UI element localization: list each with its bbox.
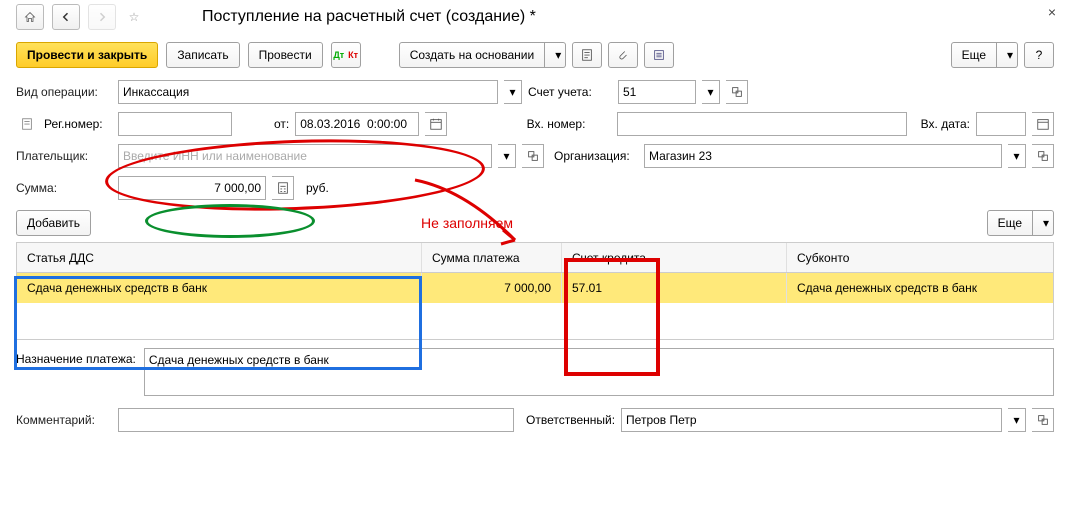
comment-label: Комментарий: <box>16 413 112 427</box>
annotation-no-fill: Не заполняем <box>421 215 513 231</box>
in-date-picker[interactable] <box>1032 112 1054 136</box>
in-no-field[interactable] <box>617 112 907 136</box>
org-dropdown[interactable]: ▾ <box>1008 144 1026 168</box>
top-navbar: ☆ Поступление на расчетный счет (создани… <box>0 0 1070 34</box>
op-type-label: Вид операции: <box>16 85 112 99</box>
amount-calc[interactable] <box>272 176 294 200</box>
more-button[interactable]: Еще ▾ <box>951 42 1018 68</box>
home-button[interactable] <box>16 4 44 30</box>
doc-icon <box>16 117 38 131</box>
print-button[interactable] <box>572 42 602 68</box>
payer-label: Плательщик: <box>16 149 112 163</box>
favorite-icon[interactable]: ☆ <box>124 4 144 30</box>
form-area: Вид операции: ▾ Счет учета: ▾ Рег.номер:… <box>0 76 1070 204</box>
create-based-on-button[interactable]: Создать на основании ▾ <box>399 42 567 68</box>
dds-table: Статья ДДС Сумма платежа Счет кредита Су… <box>16 242 1054 340</box>
table-row[interactable]: Сдача денежных средств в банк 7 000,00 5… <box>17 273 1053 303</box>
org-label: Организация: <box>554 149 638 163</box>
account-open[interactable] <box>726 80 748 104</box>
page-title: Поступление на расчетный счет (создание)… <box>202 8 536 26</box>
date-field[interactable] <box>295 112 419 136</box>
table-toolbar: Добавить Не заполняем Еще ▾ <box>0 204 1070 242</box>
th-sum[interactable]: Сумма платежа <box>422 243 562 272</box>
op-type-field[interactable] <box>118 80 498 104</box>
account-label: Счет учета: <box>528 85 612 99</box>
th-sub[interactable]: Субконто <box>787 243 1053 272</box>
more-dropdown[interactable]: ▾ <box>997 42 1018 68</box>
account-dropdown[interactable]: ▾ <box>702 80 720 104</box>
th-credit[interactable]: Счет кредита <box>562 243 787 272</box>
comment-field[interactable] <box>118 408 514 432</box>
reg-no-label: Рег.номер: <box>44 117 112 131</box>
in-date-label: Вх. дата: <box>921 117 970 131</box>
list-button[interactable] <box>644 42 674 68</box>
main-toolbar: Провести и закрыть Записать Провести ДтК… <box>0 34 1070 76</box>
create-based-dropdown[interactable]: ▾ <box>545 42 566 68</box>
forward-button[interactable] <box>88 4 116 30</box>
payer-field[interactable] <box>118 144 492 168</box>
responsible-label: Ответственный: <box>526 413 615 427</box>
td-sub[interactable]: Сдача денежных средств в банк <box>787 273 1053 303</box>
responsible-open[interactable] <box>1032 408 1054 432</box>
table-blank <box>17 303 1053 339</box>
save-button[interactable]: Записать <box>166 42 239 68</box>
post-and-close-button[interactable]: Провести и закрыть <box>16 42 158 68</box>
payer-dropdown[interactable]: ▾ <box>498 144 516 168</box>
op-type-dropdown[interactable]: ▾ <box>504 80 522 104</box>
bottom-row: Комментарий: Ответственный: ▾ <box>0 404 1070 436</box>
org-open[interactable] <box>1032 144 1054 168</box>
in-date-field[interactable] <box>976 112 1026 136</box>
purpose-row: Назначение платежа: <box>0 340 1070 404</box>
account-field[interactable] <box>618 80 696 104</box>
from-label: от: <box>274 117 289 131</box>
dt-kt-button[interactable]: ДтКт <box>331 42 361 68</box>
td-credit[interactable]: 57.01 <box>562 273 787 303</box>
help-button[interactable]: ? <box>1024 42 1054 68</box>
back-button[interactable] <box>52 4 80 30</box>
attach-button[interactable] <box>608 42 638 68</box>
close-button[interactable]: × <box>1048 4 1056 20</box>
td-sum[interactable]: 7 000,00 <box>422 273 562 303</box>
amount-label: Сумма: <box>16 181 112 195</box>
currency-label: руб. <box>306 181 329 195</box>
purpose-field[interactable] <box>144 348 1054 396</box>
add-row-button[interactable]: Добавить <box>16 210 91 236</box>
in-no-label: Вх. номер: <box>527 117 611 131</box>
post-button[interactable]: Провести <box>248 42 323 68</box>
td-dds[interactable]: Сдача денежных средств в банк <box>17 273 422 303</box>
date-picker[interactable] <box>425 112 447 136</box>
table-more-button[interactable]: Еще ▾ <box>987 210 1054 236</box>
responsible-dropdown[interactable]: ▾ <box>1008 408 1026 432</box>
th-dds[interactable]: Статья ДДС <box>17 243 422 272</box>
purpose-label: Назначение платежа: <box>16 348 136 396</box>
payer-open[interactable] <box>522 144 544 168</box>
reg-no-field[interactable] <box>118 112 232 136</box>
org-field[interactable] <box>644 144 1002 168</box>
responsible-field[interactable] <box>621 408 1002 432</box>
amount-field[interactable] <box>118 176 266 200</box>
